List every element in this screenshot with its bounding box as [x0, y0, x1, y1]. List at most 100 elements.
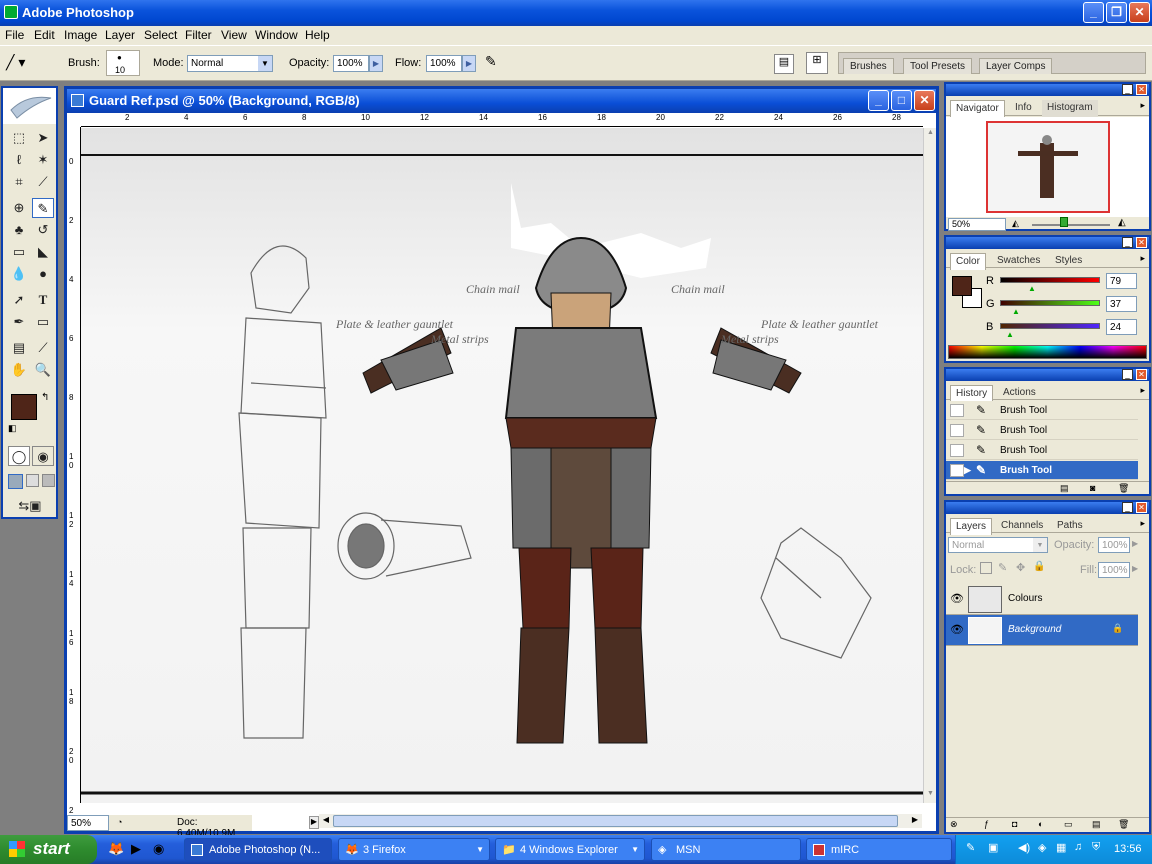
history-item-selected[interactable]: ▶ ✎ Brush Tool [946, 461, 1138, 480]
lasso-tool-icon[interactable]: ℓ [8, 150, 30, 170]
status-menu-arrow-icon[interactable]: ▶ [309, 816, 319, 829]
quick-mask-icon[interactable]: ◉ [32, 446, 54, 466]
explorer-quicklaunch-icon[interactable]: ◉ [153, 841, 164, 857]
taskbar-msn[interactable]: ◈ MSN [651, 838, 801, 861]
history-menu-icon[interactable]: ▸ [1140, 385, 1145, 396]
foreground-color-swatch[interactable] [11, 394, 37, 420]
well-tab-tool-presets[interactable]: Tool Presets [903, 58, 973, 74]
palette-toggle-icon[interactable]: ⊞ [806, 52, 828, 74]
status-icon[interactable]: ◔ [117, 817, 122, 827]
eyedropper-tool-icon[interactable]: ⟋ [32, 338, 54, 358]
tray-pen-icon[interactable]: ✎ [966, 841, 975, 854]
healing-brush-tool-icon[interactable]: ⊕ [8, 198, 30, 218]
layer-mask-icon[interactable]: ◘ [1012, 819, 1017, 829]
type-tool-icon[interactable]: T [32, 290, 54, 310]
layers-panel-header[interactable]: _ ✕ [946, 502, 1149, 514]
flow-arrow-button[interactable]: ▶ [462, 55, 476, 72]
navigator-preview[interactable] [946, 117, 1149, 217]
link-layers-icon[interactable]: ⊗ [950, 819, 958, 830]
navigator-close-icon[interactable]: ✕ [1136, 84, 1147, 95]
tray-security-icon[interactable]: ⛨ [1092, 841, 1100, 854]
tab-color[interactable]: Color [950, 253, 986, 270]
taskbar-mirc[interactable]: mIRC [806, 838, 952, 861]
notes-tool-icon[interactable]: ▤ [8, 338, 30, 358]
history-snapshot-checkbox[interactable] [950, 404, 964, 417]
zoom-field[interactable]: 50% [67, 815, 109, 831]
tab-layers[interactable]: Layers [950, 518, 993, 535]
close-button[interactable]: ✕ [1129, 2, 1150, 23]
r-slider[interactable] [1000, 277, 1100, 283]
menu-select[interactable]: Select [144, 28, 177, 42]
tab-info[interactable]: Info [1010, 100, 1037, 117]
tab-paths[interactable]: Paths [1052, 518, 1088, 535]
crop-tool-icon[interactable]: ⌗ [8, 172, 30, 192]
opacity-arrow-button[interactable]: ▶ [369, 55, 383, 72]
layer-opacity-arrow-icon[interactable]: ▶ [1132, 539, 1138, 548]
screen-mode-full-menu-icon[interactable] [26, 474, 39, 487]
new-group-icon[interactable]: ▭ [1064, 819, 1073, 830]
navigator-view-box[interactable] [986, 121, 1110, 213]
slice-tool-icon[interactable]: ⟋ [32, 172, 54, 192]
taskbar-photoshop[interactable]: Adobe Photoshop (N... [184, 838, 332, 861]
lock-position-icon[interactable]: ✥ [1016, 561, 1025, 574]
well-tab-layer-comps[interactable]: Layer Comps [979, 58, 1053, 74]
media-player-quicklaunch-icon[interactable]: ▶ [131, 841, 141, 857]
fill-input[interactable]: 100% [1098, 562, 1130, 578]
color-ramp[interactable] [948, 345, 1147, 359]
flow-input[interactable]: 100% [426, 55, 462, 72]
scroll-down-icon[interactable]: ▼ [925, 790, 936, 802]
navigator-menu-icon[interactable]: ▸ [1140, 100, 1145, 111]
standard-mode-icon[interactable]: ◯ [8, 446, 30, 466]
taskbar-firefox[interactable]: 🦊 3 Firefox ▼ [338, 838, 490, 861]
layers-close-icon[interactable]: ✕ [1136, 502, 1147, 513]
scroll-right-icon[interactable]: ▶ [909, 815, 921, 827]
path-selection-tool-icon[interactable]: ➚ [8, 290, 30, 310]
eraser-tool-icon[interactable]: ▭ [8, 242, 30, 262]
lock-pixels-icon[interactable]: ✎ [998, 561, 1007, 574]
rectangle-tool-icon[interactable]: ▭ [32, 312, 54, 332]
history-minimize-icon[interactable]: _ [1122, 369, 1133, 380]
brush-size-picker[interactable]: 10 ● [106, 50, 140, 76]
r-slider-handle[interactable]: ▲ [1028, 284, 1036, 293]
layer-style-icon[interactable]: ƒ [984, 819, 989, 829]
color-minimize-icon[interactable]: _ [1122, 237, 1133, 248]
brush-preset-picker[interactable]: ╱ ▾ [6, 54, 54, 74]
history-snapshot-checkbox[interactable] [950, 464, 964, 477]
navigator-panel-header[interactable]: _ ✕ [946, 84, 1149, 96]
start-button[interactable]: start [0, 835, 97, 864]
screen-mode-full-icon[interactable] [42, 474, 55, 487]
firefox-quicklaunch-icon[interactable]: 🦊 [108, 841, 124, 857]
history-item[interactable]: ✎ Brush Tool [946, 401, 1138, 420]
navigator-zoom-field[interactable]: 50% [948, 218, 1006, 231]
move-tool-icon[interactable]: ➤ [32, 128, 54, 148]
mode-select[interactable]: Normal ▼ [187, 55, 273, 72]
blur-tool-icon[interactable]: 💧 [8, 264, 30, 284]
zoom-slider[interactable] [1032, 224, 1110, 226]
g-slider[interactable] [1000, 300, 1100, 306]
airbrush-icon[interactable]: ✎ [485, 53, 507, 73]
file-browser-icon[interactable]: ▤ [774, 54, 794, 74]
screen-mode-standard-icon[interactable] [8, 474, 23, 489]
g-input[interactable]: 37 [1106, 296, 1137, 312]
layer-opacity-input[interactable]: 100% [1098, 537, 1130, 553]
document-title-bar[interactable]: Guard Ref.psd @ 50% (Background, RGB/8) … [67, 89, 936, 113]
vertical-scrollbar[interactable]: ▲ ▼ [923, 128, 936, 803]
swap-colors-icon[interactable]: ↰ [41, 392, 49, 403]
layer-row-selected[interactable]: 👁 Background 🔒 [946, 615, 1138, 646]
canvas[interactable]: Plate & leather gauntlet Metal strips Ch… [81, 128, 923, 803]
doc-close-button[interactable]: ✕ [914, 90, 935, 111]
layer-row[interactable]: 👁 Colours [946, 584, 1138, 615]
eye-icon[interactable]: 👁 [950, 592, 964, 605]
history-snapshot-checkbox[interactable] [950, 424, 964, 437]
history-close-icon[interactable]: ✕ [1136, 369, 1147, 380]
menu-view[interactable]: View [221, 28, 247, 42]
color-close-icon[interactable]: ✕ [1136, 237, 1147, 248]
tray-network-icon[interactable]: ▦ [1056, 841, 1066, 854]
tab-history[interactable]: History [950, 385, 994, 402]
tray-misc-icon[interactable]: ♫ [1074, 841, 1082, 853]
doc-maximize-button[interactable]: □ [891, 90, 912, 111]
history-snapshot-checkbox[interactable] [950, 444, 964, 457]
history-item[interactable]: ✎ Brush Tool [946, 441, 1138, 460]
g-slider-handle[interactable]: ▲ [1012, 307, 1020, 316]
history-item[interactable]: ✎ Brush Tool [946, 421, 1138, 440]
